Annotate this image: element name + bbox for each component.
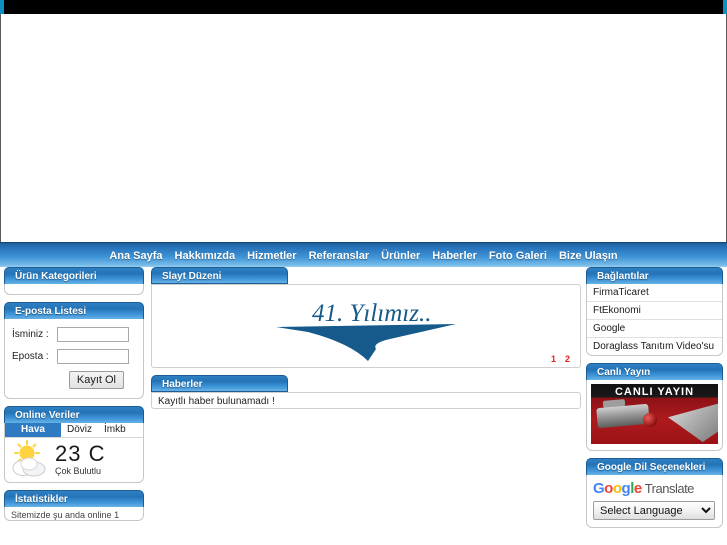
nav-item-ana-sayfa[interactable]: Ana Sayfa xyxy=(103,245,168,267)
panel-product-categories: Ürün Kategorileri xyxy=(4,267,144,295)
nav-item-bize-ulasin[interactable]: Bize Ulaşın xyxy=(553,245,624,267)
link-item-google[interactable]: Google xyxy=(587,320,722,338)
link-item-firmaticaret[interactable]: FirmaTicaret xyxy=(587,284,722,302)
email-list-form: İsminiz : Eposta : Kayıt Ol xyxy=(4,319,144,399)
tab-imkb[interactable]: İmkb xyxy=(98,423,132,437)
panel-statistics: İstatistikler Sitemizde şu anda online 1 xyxy=(4,490,144,521)
nav-item-urunler[interactable]: Ürünler xyxy=(375,245,426,267)
weather-readout: 23 C Çok Bulutlu xyxy=(55,440,106,476)
online-data-tabs: Hava Döviz İmkb xyxy=(5,423,143,438)
slider-page-1[interactable]: 1 xyxy=(551,354,556,364)
name-input[interactable] xyxy=(57,327,129,342)
tab-doviz[interactable]: Döviz xyxy=(61,423,98,437)
panel-links: Bağlantılar FirmaTicaret FtEkonomi Googl… xyxy=(586,267,723,356)
translate-word: Translate xyxy=(644,481,695,496)
camera-lens-icon xyxy=(643,413,657,427)
slide-logo-image: 41. Yılımız.. xyxy=(272,291,482,363)
link-item-doraglass-video[interactable]: Doraglass Tanıtım Video'su xyxy=(587,338,722,355)
panel-title-email-list: E-posta Listesi xyxy=(4,302,144,319)
panel-title-links: Bağlantılar xyxy=(586,267,723,284)
panel-email-list: E-posta Listesi İsminiz : Eposta : Kayıt… xyxy=(4,302,144,399)
main-navigation: Ana Sayfa Hakkımızda Hizmetler Referansl… xyxy=(0,242,727,268)
language-select[interactable]: Select Language xyxy=(593,501,715,520)
email-input[interactable] xyxy=(57,349,129,364)
panel-online-data: Online Veriler Hava Döviz İmkb 23 C Çok … xyxy=(4,406,144,483)
live-broadcast-body: CANLI YAYIN xyxy=(586,380,723,451)
slider-body: 41. Yılımız.. 1 2 xyxy=(151,284,581,368)
slider-pagination: 1 2 xyxy=(551,354,570,364)
right-sidebar: Bağlantılar FirmaTicaret FtEkonomi Googl… xyxy=(586,267,723,535)
svg-text:41. Yılımız..: 41. Yılımız.. xyxy=(312,300,431,327)
main-column: Slayt Düzeni 41. Yılımız.. 1 2 Haberler … xyxy=(151,267,581,416)
google-logo-letter-g2: g xyxy=(621,480,631,497)
panel-google-translate: Google Dil Seçenekleri Google Translate S… xyxy=(586,458,723,528)
online-data-body: Hava Döviz İmkb 23 C Çok Bulutlu xyxy=(4,423,144,483)
nav-item-foto-galeri[interactable]: Foto Galeri xyxy=(483,245,553,267)
page-root: Ana Sayfa Hakkımızda Hizmetler Referansl… xyxy=(0,0,727,545)
panel-title-online-data: Online Veriler xyxy=(4,406,144,423)
nav-item-hizmetler[interactable]: Hizmetler xyxy=(241,245,303,267)
satellite-dish-icon xyxy=(668,402,718,442)
panel-news: Haberler Kayıtlı haber bulunamadı ! xyxy=(151,375,581,409)
google-logo-letter-o2: o xyxy=(612,480,622,497)
left-sidebar: Ürün Kategorileri E-posta Listesi İsmini… xyxy=(4,267,144,528)
video-camera-icon xyxy=(596,403,650,429)
panel-title-news: Haberler xyxy=(151,375,288,392)
google-translate-body: Google Translate Select Language xyxy=(586,475,723,528)
topbar-right-accent xyxy=(723,0,727,14)
email-signup-button[interactable]: Kayıt Ol xyxy=(68,371,124,389)
panel-title-google-translate: Google Dil Seçenekleri xyxy=(586,458,723,475)
news-empty-message: Kayıtlı haber bulunamadı ! xyxy=(151,392,581,409)
links-list: FirmaTicaret FtEkonomi Google Doraglass … xyxy=(586,284,723,356)
site-header-area xyxy=(0,14,727,242)
nav-item-hakkimizda[interactable]: Hakkımızda xyxy=(169,245,242,267)
nav-item-referanslar[interactable]: Referanslar xyxy=(303,245,376,267)
live-broadcast-banner[interactable]: CANLI YAYIN xyxy=(591,384,718,444)
tab-hava[interactable]: Hava xyxy=(5,423,61,437)
live-broadcast-banner-text: CANLI YAYIN xyxy=(614,386,695,398)
form-row-email: Eposta : xyxy=(12,349,136,364)
nav-item-haberler[interactable]: Haberler xyxy=(426,245,483,267)
content-area: Ürün Kategorileri E-posta Listesi İsmini… xyxy=(0,267,727,545)
google-logo-letter-o1: o xyxy=(604,480,613,497)
weather-condition: Çok Bulutlu xyxy=(55,465,102,476)
form-row-submit: Kayıt Ol xyxy=(12,371,136,389)
weather-temperature: 23 C xyxy=(55,440,106,466)
nav-item-list: Ana Sayfa Hakkımızda Hizmetler Referansl… xyxy=(0,243,727,268)
weather-widget: 23 C Çok Bulutlu xyxy=(5,438,143,482)
google-translate-logo: Google Translate xyxy=(593,480,716,497)
email-field-label: Eposta : xyxy=(12,351,49,362)
form-row-name: İsminiz : xyxy=(12,327,136,342)
panel-live-broadcast: Canlı Yayın CANLI YAYIN xyxy=(586,363,723,451)
top-black-bar xyxy=(0,0,727,14)
google-logo-letter-g1: G xyxy=(593,480,605,497)
panel-title-slider: Slayt Düzeni xyxy=(151,267,288,284)
statistics-body: Sitemizde şu anda online 1 xyxy=(4,507,144,521)
panel-slider: Slayt Düzeni 41. Yılımız.. 1 2 xyxy=(151,267,581,368)
sun-behind-cloud-icon xyxy=(9,439,53,479)
panel-title-live-broadcast: Canlı Yayın xyxy=(586,363,723,380)
name-field-label: İsminiz : xyxy=(12,329,49,340)
slider-page-2[interactable]: 2 xyxy=(565,354,570,364)
product-categories-body xyxy=(4,284,144,295)
panel-title-product-categories: Ürün Kategorileri xyxy=(4,267,144,284)
google-logo-letter-e: e xyxy=(633,480,642,497)
panel-title-statistics: İstatistikler xyxy=(4,490,144,507)
topbar-left-accent xyxy=(0,0,4,14)
link-item-ftekonomi[interactable]: FtEkonomi xyxy=(587,302,722,320)
